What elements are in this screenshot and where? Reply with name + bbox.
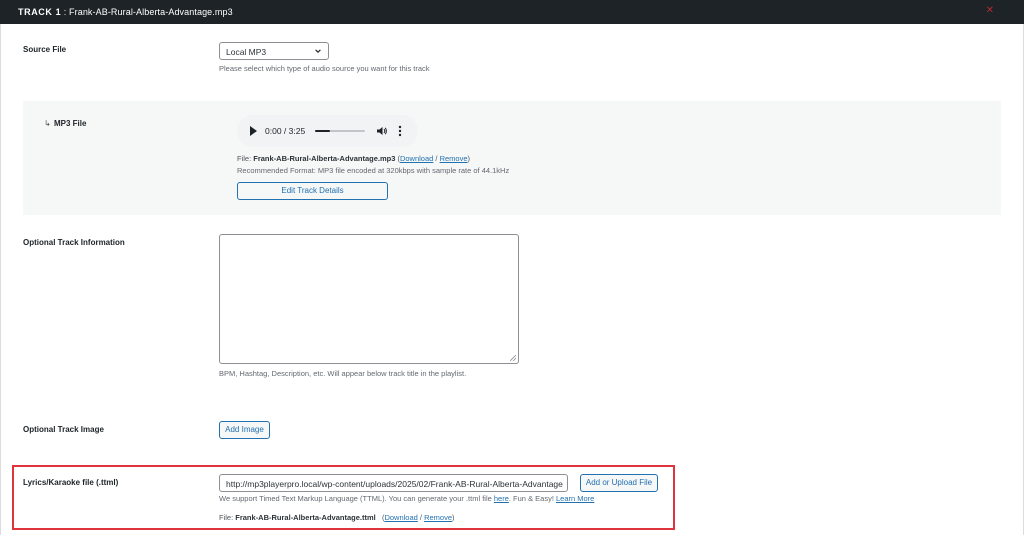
mp3-close-paren: ) [467,154,471,163]
title-separator: : [61,7,70,17]
lyrics-file-label: Lyrics/Karaoke file (.ttml) [23,478,119,487]
lyrics-file-info: File: Frank-AB-Rural-Alberta-Advantage.t… [219,513,455,522]
audio-player[interactable]: 0:00 / 3:25 [237,115,418,147]
audio-time: 0:00 / 3:25 [265,126,306,136]
mp3-download-link[interactable]: Download [400,154,433,163]
mp3-recommended-format: Recommended Format: MP3 file encoded at … [237,166,510,175]
lyrics-remove-link[interactable]: Remove [424,513,452,522]
add-image-button[interactable]: Add Image [219,421,270,439]
lyrics-help-prefix: We support Timed Text Markup Language (T… [219,494,494,503]
track-title: TRACK 1 : Frank-AB-Rural-Alberta-Advanta… [18,7,233,17]
track-header[interactable]: TRACK 1 : Frank-AB-Rural-Alberta-Advanta… [0,0,1024,24]
lyrics-help: We support Timed Text Markup Language (T… [219,494,594,503]
source-file-select[interactable]: Local MP3 [219,42,329,60]
lyrics-help-mid: . Fun & Easy! [508,494,556,503]
mp3-file-prefix: File: [237,154,254,163]
track-info-label: Optional Track Information [23,238,125,247]
lyrics-learn-more-link[interactable]: Learn More [556,494,594,503]
lyrics-url-input[interactable]: http://mp3playerpro.local/wp-content/upl… [219,474,568,492]
mp3-file-label: MP3 File [54,119,87,128]
play-icon[interactable] [250,126,257,136]
mp3-file-name: Frank-AB-Rural-Alberta-Advantage.mp3 [253,154,396,163]
mp3-file-panel [23,101,1001,215]
source-file-label: Source File [23,45,67,54]
audio-progress-fill [315,130,330,132]
source-file-selected: Local MP3 [226,47,267,57]
lyrics-close-paren: ) [452,513,455,522]
lyrics-file-name: Frank-AB-Rural-Alberta-Advantage.ttml [235,513,376,522]
add-or-upload-file-button[interactable]: Add or Upload File [580,474,658,492]
mp3-remove-link[interactable]: Remove [440,154,468,163]
track-filename: Frank-AB-Rural-Alberta-Advantage.mp3 [69,7,233,17]
resize-handle-icon[interactable] [510,355,516,361]
more-options-icon[interactable] [398,124,402,138]
lyrics-file-prefix: File: [219,513,236,522]
lyrics-download-link[interactable]: Download [384,513,417,522]
track-info-textarea[interactable] [219,234,519,364]
audio-progress-slider[interactable] [315,130,365,132]
lyrics-help-here-link[interactable]: here [494,494,509,503]
track-number: TRACK 1 [18,7,62,17]
track-image-label: Optional Track Image [23,425,104,434]
sub-item-arrow-icon: ↳ [44,119,51,128]
edit-track-details-button[interactable]: Edit Track Details [237,182,388,200]
chevron-down-icon [315,49,321,53]
volume-icon[interactable] [376,125,388,137]
close-icon[interactable]: ✕ [986,6,994,16]
mp3-file-info: File: Frank-AB-Rural-Alberta-Advantage.m… [237,154,470,163]
track-info-help: BPM, Hashtag, Description, etc. Will app… [219,369,467,378]
source-file-help: Please select which type of audio source… [219,64,430,73]
